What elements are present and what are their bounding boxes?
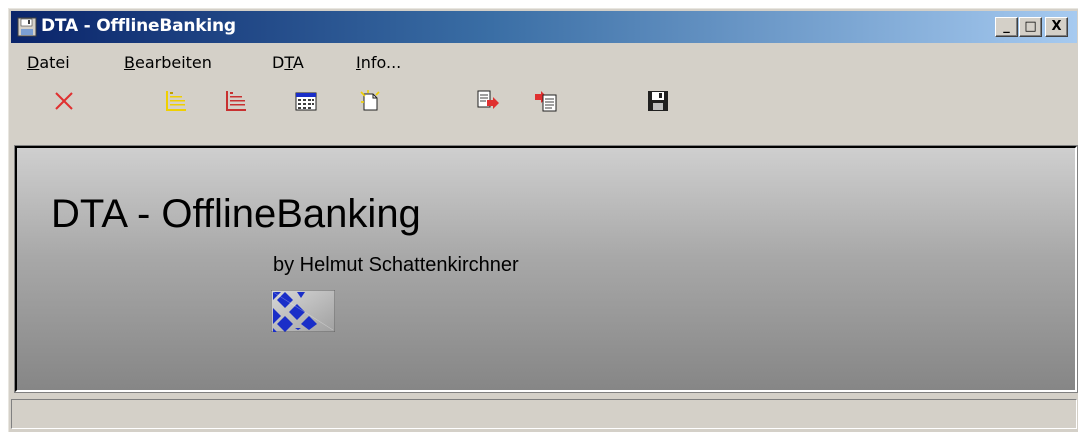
menu-bearbeiten-accel: B [124,53,135,72]
status-bar [11,399,1077,429]
red-list-icon[interactable] [223,88,249,114]
splash-panel: DTA - OfflineBanking by Helmut Schattenk… [14,145,1078,393]
yellow-list-icon[interactable] [163,88,189,114]
menu-dta[interactable]: DTA [272,53,304,72]
menu-bar: Datei Bearbeiten DTA Info... [11,45,1077,79]
calendar-icon[interactable] [293,88,319,114]
maximize-button[interactable]: □ [1019,17,1042,37]
export-icon[interactable] [475,88,501,114]
new-document-icon[interactable] [357,88,383,114]
floppy-disk-icon [17,17,37,37]
delete-icon[interactable] [51,88,77,114]
menu-datei-label: atei [39,53,70,72]
app-window: DTA - OfflineBanking _ □ X Datei Bearbei… [8,8,1078,432]
import-icon[interactable] [533,88,559,114]
menu-dta-label: A [292,53,304,72]
toolbar [11,81,691,119]
menu-bearbeiten[interactable]: Bearbeiten [124,53,212,72]
bavaria-flag-icon [271,290,335,332]
minimize-button[interactable]: _ [995,17,1018,37]
author-byline: by Helmut Schattenkirchner [273,254,519,276]
menu-bearbeiten-label: earbeiten [134,53,212,72]
menu-datei[interactable]: Datei [27,53,70,72]
save-icon[interactable] [645,88,671,114]
menu-dta-pre: D [272,53,285,72]
app-title: DTA - OfflineBanking [51,192,421,236]
menu-datei-accel: D [27,53,40,72]
window-title: DTA - OfflineBanking [41,16,236,36]
menu-info-label: nfo... [360,53,402,72]
title-bar[interactable]: DTA - OfflineBanking _ □ X [11,11,1077,43]
menu-dta-accel: T [284,53,293,72]
close-button[interactable]: X [1045,17,1068,37]
menu-info[interactable]: Info... [356,53,401,72]
